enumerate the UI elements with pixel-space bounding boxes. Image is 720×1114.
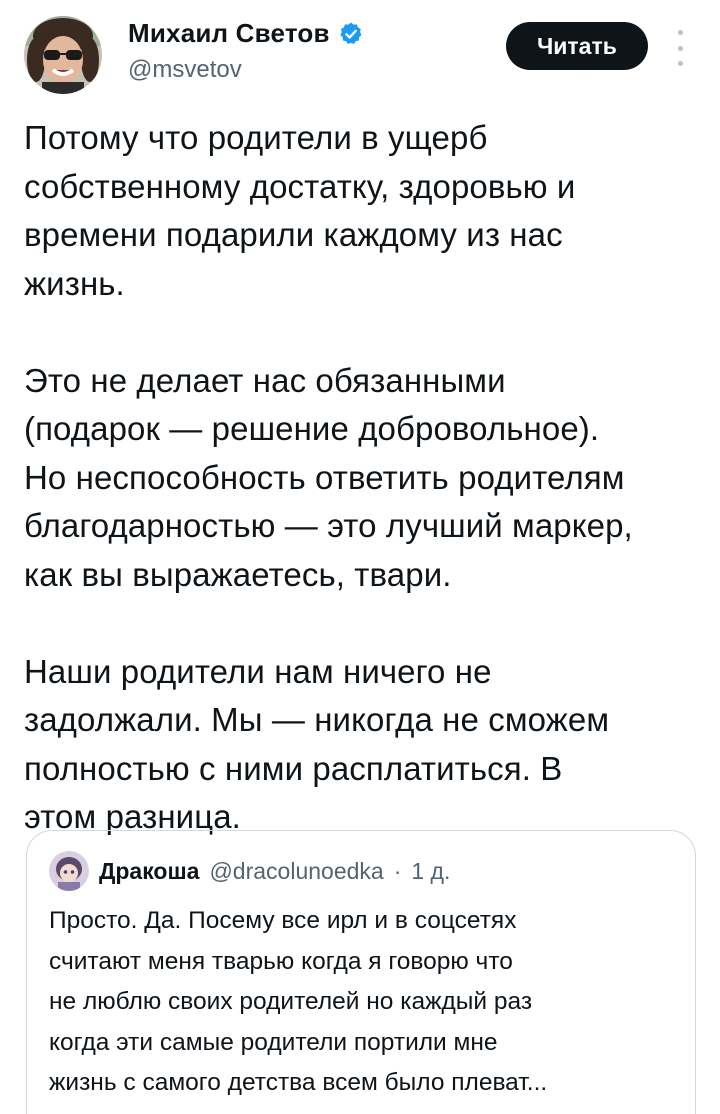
author-name-row: Михаил Светов [128,18,364,49]
author-name[interactable]: Михаил Светов [128,18,330,49]
verified-badge-icon [338,21,364,47]
quoted-line: считают меня тварью когда я говорю что [49,947,513,975]
tweet-line: Это не делает нас обязанными [24,361,506,399]
separator-dot: · [393,857,402,884]
tweet-line: полностью с ними расплатиться. В [24,749,563,787]
tweet-line: (подарок — решение добровольное). [24,410,600,447]
tweet-paragraph: Наши родители нам ничего не задолжали. М… [24,648,704,842]
quoted-timestamp[interactable]: 1 д. [411,858,450,885]
quoted-line: Просто. Да. Посему все ирл и в соцсетях [49,907,517,934]
more-options-icon[interactable] [670,30,690,66]
follow-button[interactable]: Читать [506,22,648,70]
quoted-line: не люблю своих родителей но каждый раз [49,988,533,1015]
quoted-author-name[interactable]: Дракоша [99,858,199,885]
quoted-tweet-text: Просто. Да. Посему все ирл и в соцсетях … [49,901,679,1104]
author-avatar-photo-icon [24,16,102,94]
quoted-line: жизнь с самого детства всем было плеват.… [49,1069,548,1096]
tweet-line: собственному достатку, здоровью и [24,167,576,205]
tweet-line: Потому что родители в ущерб [24,119,488,156]
quoted-line: когда эти самые родители портили мне [49,1028,498,1056]
quoted-tweet-header: Дракоша @dracolunoedka · 1 д. [49,851,450,891]
tweet-line: Но неспособность ответить родителям [24,458,625,496]
quoted-author-avatar-icon [49,851,89,891]
tweet-line: задолжали. Мы — никогда не сможем [24,701,610,738]
tweet-line: благодарностью — это лучший маркер, [24,507,633,544]
tweet-line: как вы выражаетесь, твари. [24,555,452,593]
author-avatar[interactable] [24,16,102,94]
quoted-tweet-card[interactable]: Дракоша @dracolunoedka · 1 д. Просто. Да… [26,830,696,1114]
tweet-text: Потому что родители в ущерб собственному… [24,114,704,842]
author-handle[interactable]: @msvetov [128,56,242,84]
quoted-author-handle[interactable]: @dracolunoedka [209,858,383,885]
tweet-paragraph: Это не делает нас обязанными (подарок — … [24,357,704,600]
tweet-line: времени подарили каждому из нас [24,216,563,253]
tweet-line: жизнь. [24,264,125,302]
quoted-author-avatar[interactable] [49,851,89,891]
tweet-page: Михаил Светов @msvetov Читать Потому что… [0,0,720,1114]
tweet-line: Наши родители нам ничего не [24,652,492,690]
tweet-paragraph: Потому что родители в ущерб собственному… [24,114,704,308]
